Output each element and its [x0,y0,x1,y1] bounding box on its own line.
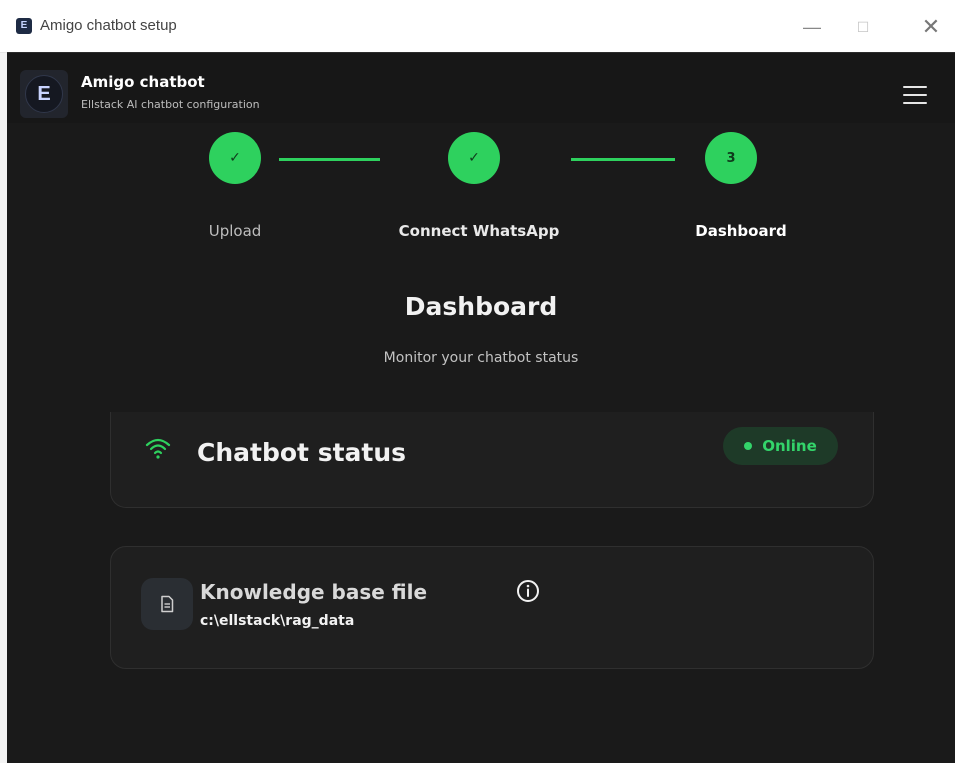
knowledge-base-card: Knowledge base file c:\ellstack\rag_data [110,546,874,669]
step-label-upload: Upload [208,222,262,240]
knowledge-base-path: c:\ellstack\rag_data [200,613,355,629]
close-button[interactable]: ✕ [916,14,946,40]
step-label-connect-whatsapp: Connect WhatsApp [398,222,560,240]
step-label-dashboard: Dashboard [695,222,787,240]
window-title: Amigo chatbot setup [40,17,177,34]
step-connector [571,158,675,161]
info-icon[interactable] [516,579,540,603]
app-header: E Amigo chatbot Ellstack AI chatbot conf… [7,52,955,123]
status-badge-label: Online [762,437,817,455]
window-titlebar: E Amigo chatbot setup — ☐ ✕ [0,0,955,53]
chatbot-status-title: Chatbot status [197,438,407,467]
knowledge-base-title: Knowledge base file [200,580,428,604]
file-icon [141,578,193,630]
maximize-button[interactable]: ☐ [848,14,878,40]
logo: E [20,70,68,118]
app-window: E Amigo chatbot Ellstack AI chatbot conf… [7,52,955,763]
chatbot-status-card: Chatbot status Online [110,412,874,508]
step-connector [279,158,380,161]
page-subtitle: Monitor your chatbot status [383,350,579,366]
logo-icon: E [25,75,63,113]
online-dot-icon [744,442,753,450]
hamburger-menu-icon[interactable] [903,86,927,104]
status-badge: Online [723,427,838,465]
step-upload-check-icon: ✓ [209,132,261,184]
wifi-icon [145,438,171,459]
app-icon: E [16,18,32,34]
step-dashboard-number: 3 [705,132,757,184]
app-name: Amigo chatbot [81,73,205,91]
app-subtitle: Ellstack AI chatbot configuration [81,98,260,111]
minimize-button[interactable]: — [797,14,827,40]
page-title: Dashboard [404,292,558,321]
step-connect-check-icon: ✓ [448,132,500,184]
